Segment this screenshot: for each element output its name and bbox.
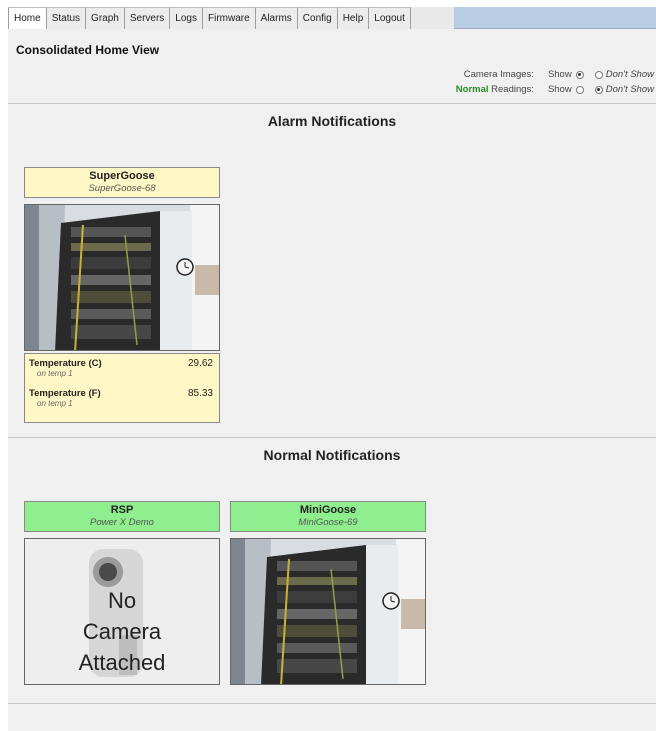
reading-sensor: on temp 1: [37, 369, 73, 378]
tab-graph[interactable]: Graph: [86, 7, 125, 29]
alarm-section-title: Alarm Notifications: [267, 113, 397, 129]
tab-firmware[interactable]: Firmware: [202, 7, 256, 29]
tab-help[interactable]: Help: [337, 7, 370, 29]
normal-section-title: Normal Notifications: [263, 447, 401, 463]
reading-row[interactable]: Temperature (F) on temp 1 85.33: [29, 388, 215, 418]
camera-show-label: Show: [547, 69, 572, 80]
normal-show-label: Show: [547, 84, 572, 95]
no-camera-placeholder[interactable]: No Camera Attached: [24, 538, 220, 685]
normal-readings-label: Normal Readings:: [456, 84, 534, 95]
device-name: SuperGoose: [89, 170, 155, 182]
server-rack-photo: [25, 205, 219, 350]
divider: [8, 103, 656, 104]
normal-word: Normal: [455, 84, 489, 95]
reading-row[interactable]: Temperature (C) on temp 1 29.62: [29, 358, 215, 388]
normal-dont-show-label: Don't Show: [605, 84, 654, 95]
reading-sensor: on temp 1: [37, 399, 73, 408]
device-subtitle: SuperGoose-68: [88, 183, 156, 194]
divider: [8, 703, 656, 704]
no-camera-line-2: Camera: [82, 619, 162, 644]
device-name: RSP: [110, 504, 134, 516]
reading-value: 85.33: [187, 388, 213, 399]
reading-value: 29.62: [187, 358, 213, 369]
device-card-minigoose[interactable]: MiniGoose MiniGoose-69: [230, 501, 426, 532]
device-card-supergoose[interactable]: SuperGoose SuperGoose-68: [24, 167, 220, 198]
device-subtitle: MiniGoose-69: [298, 517, 358, 528]
tab-servers[interactable]: Servers: [124, 7, 171, 29]
tabs: Home Status Graph Servers Logs Firmware …: [8, 7, 454, 29]
no-camera-line-3: Attached: [78, 650, 166, 675]
camera-image-minigoose[interactable]: [230, 538, 426, 685]
tab-bar: Home Status Graph Servers Logs Firmware …: [8, 7, 656, 29]
readings-word: Readings:: [488, 84, 534, 95]
tab-alarms[interactable]: Alarms: [255, 7, 298, 29]
page-title: Consolidated Home View: [16, 43, 160, 57]
camera-images-option: Camera Images: Show Don't Show: [456, 67, 654, 82]
normal-dont-show-radio[interactable]: [594, 85, 603, 94]
camera-dont-show-label: Don't Show: [605, 69, 654, 80]
readings-panel: Temperature (C) on temp 1 29.62 Temperat…: [24, 353, 220, 423]
camera-dont-show-radio[interactable]: [594, 70, 603, 79]
tab-logout[interactable]: Logout: [369, 7, 411, 29]
device-name: MiniGoose: [299, 504, 357, 516]
no-camera-line-1: No: [107, 588, 137, 613]
camera-show-radio[interactable]: [575, 70, 584, 79]
display-options: Camera Images: Show Don't Show Normal Re…: [456, 67, 654, 97]
normal-show-radio[interactable]: [575, 85, 584, 94]
server-rack-photo: [231, 539, 425, 684]
tab-logs[interactable]: Logs: [170, 7, 203, 29]
camera-images-label: Camera Images:: [463, 69, 534, 80]
normal-readings-option: Normal Readings: Show Don't Show: [456, 82, 654, 97]
main-panel: Consolidated Home View Camera Images: Sh…: [8, 29, 656, 731]
divider: [8, 437, 656, 438]
camera-image-supergoose[interactable]: [24, 204, 220, 351]
tab-config[interactable]: Config: [297, 7, 338, 29]
tab-status[interactable]: Status: [46, 7, 87, 29]
tab-home[interactable]: Home: [8, 7, 47, 29]
device-card-rsp[interactable]: RSP Power X Demo: [24, 501, 220, 532]
device-subtitle: Power X Demo: [90, 517, 154, 528]
